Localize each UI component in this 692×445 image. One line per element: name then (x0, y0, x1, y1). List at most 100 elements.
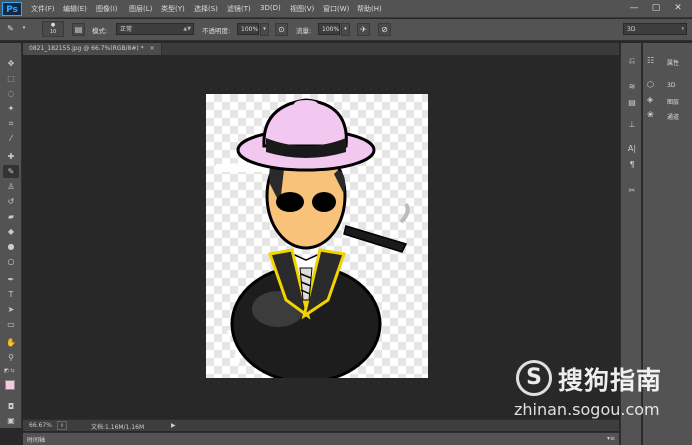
properties-icon: ☷ (647, 56, 655, 65)
restore-button[interactable]: ▢ (646, 1, 666, 16)
menu-edit[interactable]: 编辑(E) (63, 4, 87, 14)
panel-label: 属性 (667, 60, 680, 67)
menu-type[interactable]: 类型(Y) (161, 4, 185, 14)
flow-label: 流量: (296, 27, 312, 35)
chevron-down-icon: ▲▼ (183, 26, 191, 32)
opacity-input[interactable]: 100% (237, 23, 259, 35)
history-brush-tool-icon[interactable]: ↺ (3, 195, 19, 208)
pressure-size-icon[interactable]: ⊘ (378, 23, 391, 36)
mode-label: 模式: (92, 27, 108, 35)
timeline-tab[interactable]: 时间轴 (27, 435, 45, 444)
document-title: 0821_182155.jpg @ 66.7%(RGB/8#) * (29, 45, 144, 52)
opacity-dropdown-icon[interactable]: ▾ (260, 23, 269, 36)
paint-bucket-tool-icon[interactable]: ◆ (3, 225, 19, 238)
move-tool-icon[interactable]: ✥ (3, 57, 19, 70)
watermark-title: 搜狗指南 (558, 366, 663, 395)
photoshop-logo: Ps (2, 2, 22, 16)
panel-label: 3D (667, 82, 676, 89)
preset-dropdown-icon[interactable]: ▾ (20, 23, 28, 36)
menu-bar: Ps 文件(F) 编辑(E) 图像(I) 图层(L) 类型(Y) 选择(S) 滤… (0, 0, 692, 18)
document-tab[interactable]: 0821_182155.jpg @ 66.7%(RGB/8#) * × (23, 43, 162, 55)
brush-size-value: 10 (49, 29, 57, 35)
menu-help[interactable]: 帮助(H) (357, 4, 382, 14)
pressure-opacity-icon[interactable]: ⊙ (275, 23, 288, 36)
clone-source-icon[interactable]: ⊥ (625, 119, 639, 131)
brush-panel-toggle-icon[interactable]: ▤ (72, 23, 85, 36)
document-info: 文档:1.16M/1.16M (91, 424, 145, 431)
mode-value: 正常 (120, 26, 133, 33)
menu-select[interactable]: 选择(S) (194, 4, 218, 14)
paragraph-icon[interactable]: ¶ (625, 159, 639, 171)
3d-panel-button[interactable]: ⬡ 3D (645, 79, 690, 93)
pen-tool-icon[interactable]: ✒ (3, 273, 19, 286)
panel-menu-icon[interactable]: ▾≡ (607, 435, 615, 442)
menu-file[interactable]: 文件(F) (31, 4, 55, 14)
zoom-tool-icon[interactable]: ⚲ (3, 351, 19, 364)
type-tool-icon[interactable]: T (3, 288, 19, 301)
flow-dropdown-icon[interactable]: ▾ (341, 23, 350, 36)
sogou-watermark: S 搜狗指南 zhinan.sogou.com (514, 356, 690, 426)
marquee-tool-icon[interactable]: ⬚ (3, 72, 19, 85)
right-lens (312, 192, 336, 212)
export-icon[interactable]: ⇪ (57, 421, 67, 430)
hand-tool-icon[interactable]: ✋ (3, 336, 19, 349)
blur-tool-icon[interactable]: ● (3, 240, 19, 253)
tools-panel: ✥ ⬚ ◌ ✦ ⌗ ⁄ ✚ ✎ ♙ ↺ ▰ ◆ ● ○ ✒ T ➤ ▭ ✋ ⚲ … (0, 43, 22, 428)
channels-icon: ❀ (647, 110, 654, 119)
channels-panel-button[interactable]: ❀ 通道 (645, 109, 690, 123)
options-bar: ✎ ▾ ● 10 ▤ 模式: 正常 ▲▼ 不透明度: 100% ▾ ⊙ 流量: 10… (0, 19, 692, 41)
rectangle-tool-icon[interactable]: ▭ (3, 318, 19, 331)
panel-label: 通道 (667, 114, 680, 121)
document-tab-bar: 0821_182155.jpg @ 66.7%(RGB/8#) * × (23, 43, 619, 55)
brush-size-picker[interactable]: ● 10 (42, 21, 64, 37)
eyedropper-tool-icon[interactable]: ⁄ (3, 132, 19, 145)
character-icon[interactable]: A| (625, 143, 639, 155)
brush-presets-icon[interactable]: ≋ (625, 81, 639, 93)
layers-panel-button[interactable]: ◈ 图层 (645, 94, 690, 108)
tool-presets-icon[interactable]: ✂ (625, 185, 639, 197)
healing-brush-tool-icon[interactable]: ✚ (3, 150, 19, 163)
clone-stamp-tool-icon[interactable]: ♙ (3, 180, 19, 193)
panel-label: 图层 (667, 99, 680, 106)
menu-window[interactable]: 窗口(W) (323, 4, 349, 14)
menu-image[interactable]: 图像(I) (96, 4, 118, 14)
history-icon[interactable]: ⎌ (625, 55, 639, 67)
brush-panel-icon[interactable]: ▤ (625, 97, 639, 109)
menu-view[interactable]: 视图(V) (290, 4, 314, 14)
menu-3d[interactable]: 3D(D) (260, 4, 281, 12)
sogou-logo-icon: S (516, 360, 552, 396)
brush-tool-preset-icon[interactable]: ✎ (4, 23, 17, 36)
quick-mask-icon[interactable]: ◘ (3, 400, 19, 413)
menu-filter[interactable]: 滤镜(T) (227, 4, 251, 14)
opacity-value: 100% (241, 26, 259, 33)
menu-layer[interactable]: 图层(L) (129, 4, 152, 14)
minimize-button[interactable]: — (624, 1, 644, 16)
screen-mode-icon[interactable]: ▣ (3, 414, 19, 427)
dodge-tool-icon[interactable]: ○ (3, 255, 19, 268)
document-canvas[interactable] (206, 94, 428, 378)
eraser-tool-icon[interactable]: ▰ (3, 210, 19, 223)
path-selection-tool-icon[interactable]: ➤ (3, 303, 19, 316)
foreground-color-swatch[interactable] (5, 380, 15, 390)
swap-colors-icon[interactable]: ◩ ⇆ (4, 368, 18, 378)
crop-tool-icon[interactable]: ⌗ (3, 117, 19, 130)
layers-icon: ◈ (647, 95, 654, 104)
brush-tool-icon[interactable]: ✎ (3, 165, 19, 178)
status-menu-arrow-icon[interactable]: ▶ (171, 422, 176, 429)
spy-illustration (214, 98, 410, 378)
flow-input[interactable]: 100% (318, 23, 340, 35)
mode-dropdown[interactable]: 正常 ▲▼ (116, 23, 194, 35)
smoke-icon (399, 202, 410, 224)
workspace-dropdown[interactable]: 3D ▾ (623, 23, 687, 35)
close-button[interactable]: ✕ (668, 1, 688, 16)
hat-top (294, 100, 318, 108)
close-tab-icon[interactable]: × (150, 45, 155, 52)
chevron-down-icon: ▾ (681, 26, 684, 32)
airbrush-icon[interactable]: ✈ (357, 23, 370, 36)
zoom-level[interactable]: 66.67% (29, 422, 52, 429)
opacity-label: 不透明度: (202, 27, 231, 35)
properties-panel-button[interactable]: ☷ 属性 (645, 55, 690, 69)
lasso-tool-icon[interactable]: ◌ (3, 87, 19, 100)
watermark-url: zhinan.sogou.com (514, 400, 660, 419)
magic-wand-tool-icon[interactable]: ✦ (3, 102, 19, 115)
